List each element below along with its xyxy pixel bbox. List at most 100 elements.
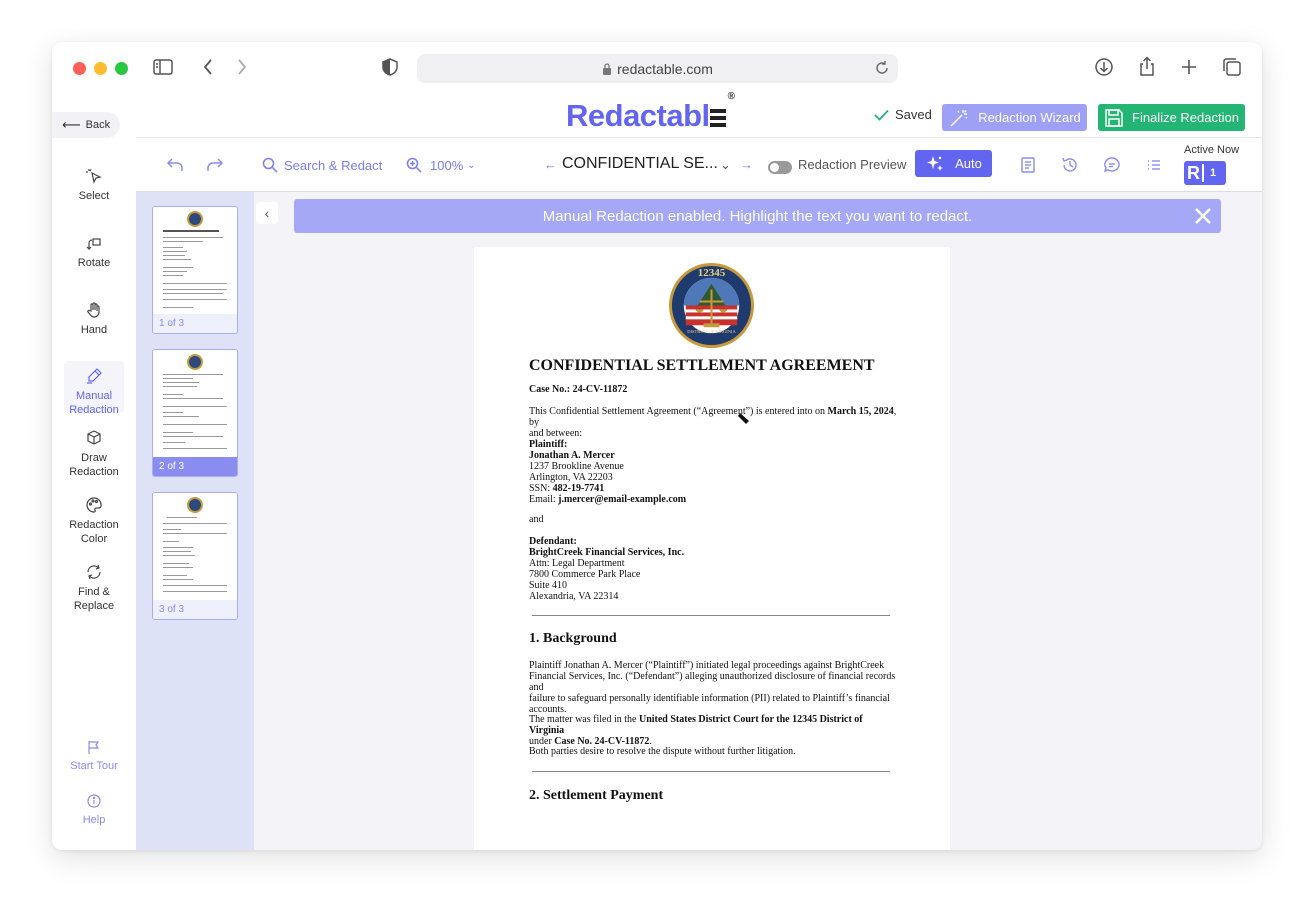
page-layout-icon[interactable]: [1019, 156, 1037, 174]
select-tool-label: Select: [78, 190, 110, 202]
rotate-tool-label: Rotate: [77, 257, 111, 269]
draw-redaction-tool[interactable]: Draw Redaction: [64, 429, 124, 479]
pointer-icon: [86, 169, 102, 184]
magic-wand-icon: [950, 109, 968, 126]
start-tour-button[interactable]: Start Tour: [64, 739, 124, 773]
download-icon[interactable]: [1093, 56, 1117, 80]
browser-back-icon[interactable]: [198, 56, 222, 80]
find-replace-label: Find & Replace: [73, 586, 115, 612]
redaction-color-tool[interactable]: Redaction Color: [64, 496, 124, 546]
finalize-redaction-button[interactable]: Finalize Redaction: [1098, 104, 1245, 131]
zoom-in-icon: [406, 157, 422, 173]
rotate-icon: [86, 238, 101, 250]
thumbnail-label: 3 of 3: [153, 600, 237, 619]
sidebar-toggle-icon[interactable]: [152, 56, 176, 80]
help-label: Help: [82, 814, 106, 826]
comment-icon[interactable]: [1103, 156, 1121, 174]
search-redact-button[interactable]: Search & Redact: [262, 157, 382, 173]
saved-status: Saved: [874, 107, 932, 122]
prev-document-icon[interactable]: ←: [544, 157, 557, 172]
registered-mark: ®: [727, 90, 735, 102]
thumbnail-preview: [153, 493, 237, 600]
browser-forward-icon[interactable]: [230, 56, 254, 80]
finalize-label: Finalize Redaction: [1132, 110, 1239, 125]
divider: [532, 615, 890, 616]
wizard-label: Redaction Wizard: [978, 110, 1081, 125]
list-icon[interactable]: [1145, 156, 1163, 174]
document-page[interactable]: 12345 DISTRICT OF VIRGINIA CONFIDENTIAL …: [474, 247, 950, 850]
search-redact-label: Search & Redact: [284, 157, 383, 173]
info-icon: [87, 794, 101, 808]
document-dropdown-icon[interactable]: ⌄: [720, 157, 731, 173]
close-window-button[interactable]: [73, 62, 86, 75]
hand-icon: [87, 302, 100, 318]
marker-cursor-icon: [738, 413, 749, 424]
close-icon[interactable]: [1191, 204, 1215, 228]
page-thumbnail[interactable]: 2 of 3: [152, 349, 238, 477]
active-now-label: Active Now: [1184, 144, 1240, 156]
search-icon: [262, 157, 278, 173]
page-thumbnails-panel: 1 of 3 2 of 3 3 of 3: [136, 192, 254, 850]
arrow-left-icon: ⟵: [62, 117, 81, 132]
seal-number: 12345: [697, 267, 726, 279]
zoom-dropdown[interactable]: 100% ⌄: [406, 157, 476, 173]
url-text: redactable.com: [617, 60, 713, 77]
app-header: Redactabl ® Saved Redaction Wizard Finali…: [136, 90, 1262, 138]
rotate-tool[interactable]: Rotate: [64, 234, 124, 270]
manual-redaction-banner: Manual Redaction enabled. Highlight the …: [294, 199, 1221, 233]
back-button[interactable]: ⟵ Back: [52, 112, 120, 138]
next-document-icon[interactable]: →: [740, 157, 753, 172]
collapse-thumbnails-button[interactable]: ‹: [256, 202, 278, 224]
maximize-window-button[interactable]: [115, 62, 128, 75]
zoom-label: 100%: [430, 157, 464, 173]
manual-redaction-label: Manual Redaction: [69, 390, 119, 416]
save-icon: [1105, 108, 1123, 127]
banner-message: Manual Redaction enabled. Highlight the …: [542, 207, 973, 225]
minimize-window-button[interactable]: [94, 62, 107, 75]
hand-tool-label: Hand: [80, 324, 108, 336]
browser-window: redactable.com ⟵ Back Redactabl ® Saved R…: [52, 42, 1262, 850]
thumbnail-label: 1 of 3: [153, 314, 237, 333]
lock-icon: [603, 62, 612, 75]
reload-icon[interactable]: [874, 60, 890, 76]
thumbnail-preview: [153, 207, 237, 314]
flag-icon: [88, 741, 100, 754]
divider: [532, 771, 890, 772]
logo-text: Redactabl: [566, 98, 710, 133]
section-heading-settlement: 2. Settlement Payment: [529, 788, 664, 803]
redaction-wizard-button[interactable]: Redaction Wizard: [942, 104, 1087, 131]
url-bar[interactable]: redactable.com: [417, 54, 898, 83]
manual-redaction-tool[interactable]: Manual Redaction: [64, 361, 124, 416]
seal-district: DISTRICT OF VIRGINIA: [687, 329, 736, 334]
document-viewer[interactable]: ‹ Manual Redaction enabled. Highlight th…: [254, 192, 1262, 850]
redo-icon[interactable]: [206, 156, 224, 174]
shield-icon[interactable]: [379, 56, 403, 80]
select-tool[interactable]: Select: [64, 167, 124, 203]
help-button[interactable]: Help: [64, 793, 124, 827]
undo-icon[interactable]: [166, 156, 184, 174]
auto-label: Auto: [955, 156, 982, 171]
share-icon[interactable]: [1136, 56, 1160, 80]
page-thumbnail[interactable]: 1 of 3: [152, 206, 238, 334]
refresh-icon: [87, 564, 101, 580]
section-heading-background: 1. Background: [529, 631, 617, 646]
active-users-avatar[interactable]: R 1: [1184, 161, 1226, 185]
tabs-overview-icon[interactable]: [1221, 56, 1245, 80]
case-number: Case No.: 24-CV-11872: [529, 384, 628, 395]
avatar-initial: R: [1187, 163, 1200, 183]
new-tab-icon[interactable]: [1178, 56, 1202, 80]
redaction-preview-toggle[interactable]: [768, 161, 792, 174]
defendant-block: Defendant: BrightCreek Financial Service…: [529, 536, 685, 602]
resolve-paragraph: Both parties desire to resolve the dispu…: [529, 746, 796, 757]
document-title[interactable]: CONFIDENTIAL SE...: [562, 155, 718, 173]
tool-sidebar: Select Rotate Hand Manual Redaction Draw…: [52, 139, 136, 850]
chevron-left-icon: ‹: [264, 205, 270, 221]
sparkles-icon: [927, 155, 944, 171]
find-replace-tool[interactable]: Find & Replace: [64, 563, 124, 613]
history-icon[interactable]: [1061, 156, 1079, 174]
saved-label: Saved: [895, 107, 932, 122]
page-thumbnail[interactable]: 3 of 3: [152, 492, 238, 620]
auto-redact-button[interactable]: Auto: [915, 150, 992, 177]
logo-bars-icon: [709, 109, 726, 127]
hand-tool[interactable]: Hand: [64, 301, 124, 337]
